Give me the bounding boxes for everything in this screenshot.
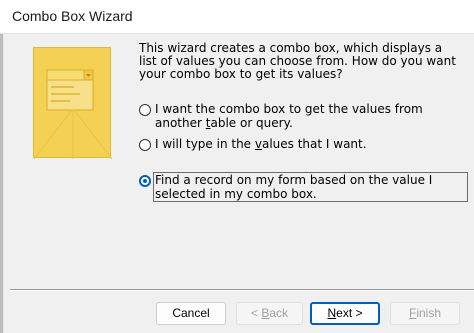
- option-label-part: I will type in the: [155, 137, 255, 151]
- footer-separator-highlight: [10, 290, 474, 291]
- wizard-illustration-icon: [33, 47, 112, 159]
- option-label-part: alues that I want.: [261, 137, 367, 151]
- finish-label: inish: [416, 306, 442, 320]
- radio-type-values[interactable]: [139, 139, 151, 151]
- option-from-table-or-query-label: I want the combo box to get the values f…: [155, 102, 465, 130]
- radio-from-table-or-query[interactable]: [139, 104, 151, 116]
- window-title: Combo Box Wizard: [12, 8, 133, 24]
- option-type-values-label: I will type in the values that I want.: [155, 137, 367, 151]
- next-access-key: N: [327, 306, 337, 320]
- back-label: ack: [269, 306, 289, 320]
- cancel-button[interactable]: Cancel: [156, 302, 226, 325]
- next-button[interactable]: Next >: [310, 302, 380, 325]
- finish-button[interactable]: Finish: [390, 302, 460, 325]
- radio-find-record[interactable]: [139, 175, 151, 187]
- option-type-values[interactable]: I will type in the values that I want.: [139, 137, 469, 153]
- option-find-record-label: Find a record on my form based on the va…: [153, 172, 468, 202]
- back-button[interactable]: < Back: [236, 302, 303, 325]
- back-arrow-icon: <: [250, 306, 258, 320]
- option-label-access-key: v: [254, 137, 262, 151]
- option-from-table-or-query[interactable]: I want the combo box to get the values f…: [139, 102, 469, 130]
- left-window-edge-highlight: [3, 34, 4, 333]
- next-arrow-icon: >: [355, 306, 363, 320]
- option-label-part: able or query.: [210, 116, 293, 130]
- next-label: ext: [336, 306, 353, 320]
- wizard-intro-text: This wizard creates a combo box, which d…: [139, 41, 456, 81]
- option-find-record[interactable]: Find a record on my form based on the va…: [139, 172, 469, 203]
- title-bar: Combo Box Wizard: [0, 0, 474, 34]
